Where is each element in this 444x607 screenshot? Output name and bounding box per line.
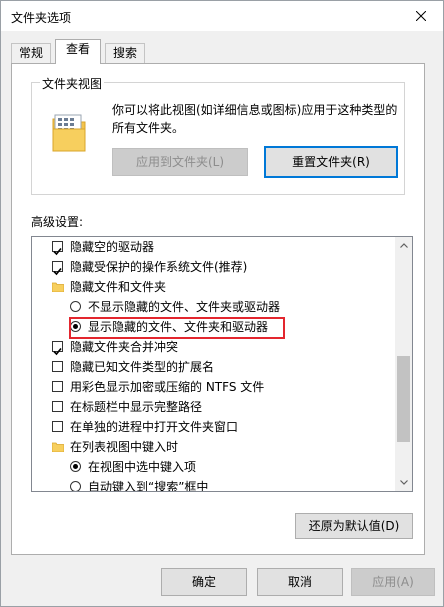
chevron-down-icon bbox=[399, 480, 408, 485]
tab-label: 常规 bbox=[18, 46, 43, 60]
setting-label: 在标题栏中显示完整路径 bbox=[70, 400, 203, 414]
tab-label: 查看 bbox=[65, 42, 90, 56]
setting-label: 在视图中选中键入项 bbox=[88, 460, 197, 474]
checkmark-icon bbox=[53, 247, 62, 256]
highlight-annotation bbox=[69, 317, 285, 339]
radio-button[interactable] bbox=[70, 481, 81, 491]
advanced-settings-label: 高级设置: bbox=[31, 215, 84, 229]
tab-view[interactable]: 查看 bbox=[55, 39, 101, 64]
checkbox[interactable] bbox=[52, 241, 63, 256]
checkbox[interactable] bbox=[52, 361, 63, 372]
setting-label: 隐藏已知文件类型的扩展名 bbox=[70, 360, 215, 374]
tab-search[interactable]: 搜索 bbox=[105, 43, 145, 63]
apply-button[interactable]: 应用(A) bbox=[351, 568, 435, 596]
checkbox[interactable] bbox=[52, 421, 63, 432]
folder-views-description: 你可以将此视图(如详细信息或图标)应用于这种类型的所有文件夹。 bbox=[112, 103, 398, 135]
restore-defaults-button[interactable]: 还原为默认值(D) bbox=[295, 513, 413, 539]
folder-views-icon bbox=[52, 114, 86, 152]
folder-options-dialog: 文件夹选项 常规 查看 搜索 文件夹视图 你可以将此视图(如详细信息或图标)应用… bbox=[0, 0, 444, 607]
radio-button[interactable] bbox=[70, 301, 81, 312]
cancel-button[interactable]: 取消 bbox=[257, 568, 343, 596]
chevron-up-icon bbox=[399, 243, 408, 248]
checkmark-icon bbox=[53, 267, 62, 276]
setting-label: 隐藏受保护的操作系统文件(推荐) bbox=[70, 260, 248, 274]
close-icon bbox=[416, 11, 426, 21]
setting-label: 隐藏空的驱动器 bbox=[70, 240, 155, 254]
title-bar: 文件夹选项 bbox=[1, 1, 443, 31]
setting-label: 隐藏文件夹合并冲突 bbox=[70, 340, 179, 354]
apply-to-folders-button[interactable]: 应用到文件夹(L) bbox=[112, 148, 248, 176]
ok-button[interactable]: 确定 bbox=[161, 568, 247, 596]
folder-icon bbox=[52, 442, 64, 452]
folder-icon bbox=[52, 282, 64, 292]
scrollbar-thumb[interactable] bbox=[397, 356, 410, 442]
tab-label: 搜索 bbox=[112, 46, 137, 60]
setting-label: 隐藏文件和文件夹 bbox=[70, 280, 167, 294]
window-title: 文件夹选项 bbox=[11, 11, 72, 25]
radio-button[interactable] bbox=[70, 461, 81, 472]
scroll-down-button[interactable] bbox=[395, 474, 412, 491]
scroll-up-button[interactable] bbox=[395, 237, 412, 254]
view-tab-panel: 文件夹视图 你可以将此视图(如详细信息或图标)应用于这种类型的所有文件夹。 应用… bbox=[11, 63, 425, 555]
tab-general[interactable]: 常规 bbox=[11, 43, 51, 63]
setting-label: 用彩色显示加密或压缩的 NTFS 文件 bbox=[70, 380, 265, 394]
setting-label: 自动键入到“搜索”框中 bbox=[88, 480, 209, 492]
checkmark-icon bbox=[53, 347, 62, 356]
advanced-settings-list[interactable]: 隐藏空的驱动器 隐藏受保护的操作系统文件(推荐) 隐藏文件和文件夹 不显示隐藏的… bbox=[31, 236, 413, 492]
setting-label: 在列表视图中键入时 bbox=[70, 440, 179, 454]
folder-views-group: 文件夹视图 你可以将此视图(如详细信息或图标)应用于这种类型的所有文件夹。 应用… bbox=[31, 75, 405, 195]
checkbox[interactable] bbox=[52, 341, 63, 356]
checkbox[interactable] bbox=[52, 261, 63, 276]
folder-views-legend: 文件夹视图 bbox=[40, 75, 105, 92]
vertical-scrollbar[interactable] bbox=[395, 237, 412, 491]
setting-label: 在单独的进程中打开文件夹窗口 bbox=[70, 420, 239, 434]
checkbox[interactable] bbox=[52, 401, 63, 412]
checkbox[interactable] bbox=[52, 381, 63, 392]
setting-label: 不显示隐藏的文件、文件夹或驱动器 bbox=[88, 300, 281, 314]
reset-folders-button[interactable]: 重置文件夹(R) bbox=[264, 146, 398, 178]
close-button[interactable] bbox=[399, 1, 443, 31]
